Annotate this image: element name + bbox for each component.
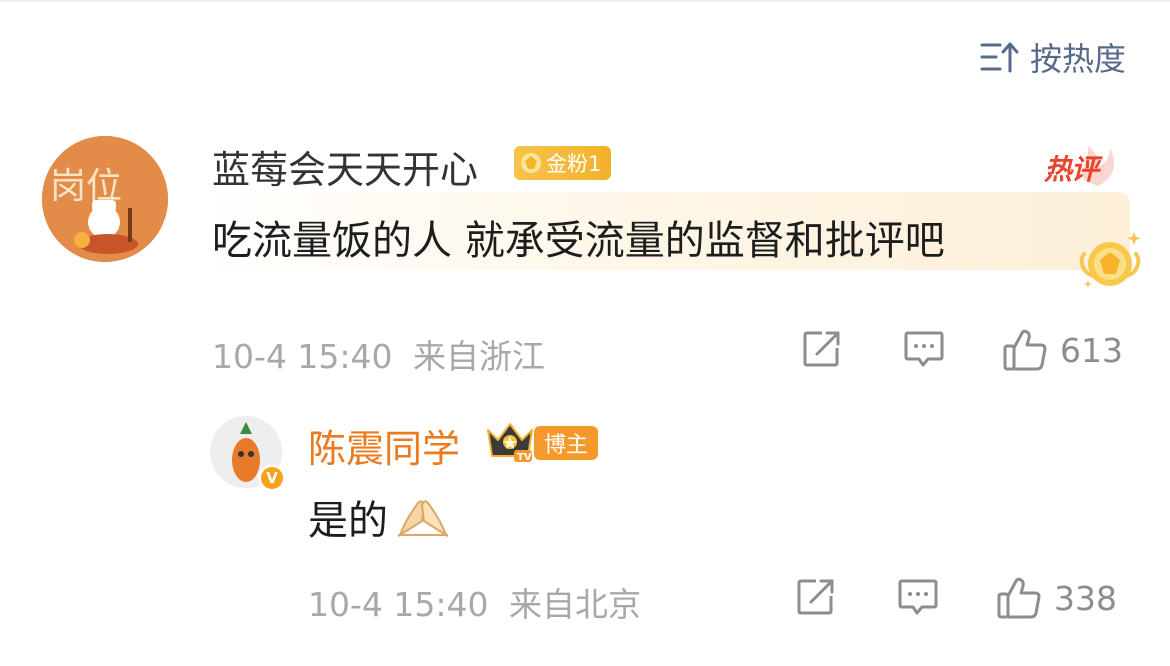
reply-timestamp: 10-4 15:40 (308, 585, 489, 624)
comment-button[interactable] (904, 330, 944, 368)
blogger-badge[interactable]: 博主 (534, 426, 599, 460)
reply-text: 是的 (308, 498, 388, 544)
verified-icon: V (258, 464, 286, 492)
comment-list: 按热度 岗位 蓝莓会天天开心 金粉1 热评 吃流量饭的人 就承受流量的监督和批评… (0, 0, 1170, 666)
share-button[interactable] (802, 330, 842, 368)
comment-username[interactable]: 蓝莓会天天开心 (212, 139, 478, 194)
divider (0, 0, 1170, 2)
reply-like-button[interactable]: 338 (996, 576, 1117, 620)
fan-badge[interactable]: 金粉1 (514, 146, 612, 180)
comment-icon (898, 579, 938, 615)
fan-badge-label: 金粉1 (546, 152, 602, 176)
sort-by-hot-button[interactable]: 按热度 (980, 34, 1126, 80)
comment-icon (904, 331, 944, 367)
like-count: 613 (1060, 330, 1123, 370)
avatar-image: 岗位 (42, 136, 168, 262)
reply-location: 来自北京 (509, 585, 641, 624)
reply-text-row: 是的 (308, 488, 452, 546)
reply-comment-button[interactable] (898, 578, 938, 616)
praying-hands-icon (398, 500, 448, 538)
reply-username[interactable]: 陈震同学 (308, 418, 460, 473)
thumbs-up-icon (1003, 329, 1047, 371)
sort-label: 按热度 (1029, 40, 1126, 78)
medal-icon (1079, 232, 1141, 288)
hot-label: 热评 (1044, 153, 1099, 186)
more-replies-link[interactable] (308, 650, 428, 666)
avatar[interactable]: 岗位 (42, 136, 168, 262)
share-icon (797, 579, 834, 615)
reply-share-button[interactable] (796, 578, 836, 616)
comment-location: 来自浙江 (413, 337, 545, 376)
hot-comment-tag: 热评 (1040, 140, 1120, 190)
gem-icon (521, 153, 541, 173)
comment-text: 吃流量饭的人 就承受流量的监督和批评吧 (212, 218, 945, 264)
svg-text:TV: TV (517, 452, 532, 463)
crown-icon: TV (487, 423, 533, 463)
thumbs-up-icon (997, 577, 1041, 619)
reply-like-count: 338 (1054, 578, 1117, 618)
comment-meta: 10-4 15:40 来自浙江 (212, 330, 545, 378)
like-button[interactable]: 613 (1002, 328, 1123, 372)
sort-icon (980, 42, 1019, 73)
reply-meta: 10-4 15:40 来自北京 (308, 578, 641, 626)
share-icon (803, 331, 840, 367)
comment-timestamp: 10-4 15:40 (212, 337, 393, 376)
